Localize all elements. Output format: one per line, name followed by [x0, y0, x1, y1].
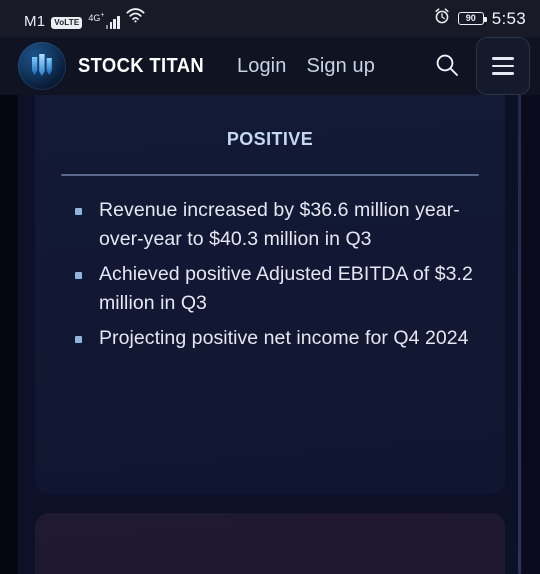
volte-badge: VoLTE: [51, 17, 83, 29]
status-bar-right: 90 5:53: [434, 8, 526, 29]
list-item: Achieved positive Adjusted EBITDA of $3.…: [73, 260, 475, 318]
brand-name-label: STOCK TITAN: [78, 54, 205, 77]
hamburger-menu-icon: [492, 57, 514, 75]
clock-label: 5:53: [491, 9, 526, 28]
network-indicator: 4G+: [88, 12, 121, 29]
content-scroll-area[interactable]: Positive Revenue increased by $36.6 mill…: [0, 95, 540, 574]
stock-titan-logo-icon: [18, 42, 66, 90]
brand-link[interactable]: STOCK TITAN: [18, 42, 215, 90]
signal-bars-icon: [105, 15, 121, 29]
search-button[interactable]: [428, 47, 466, 85]
app-root: M1 VoLTE 4G+ 90 5:53 STOCK TITAN Login S…: [0, 0, 540, 574]
negative-card: Negative None.: [35, 513, 505, 574]
wifi-icon: [126, 8, 145, 28]
nav-item-signup[interactable]: Sign up: [306, 55, 375, 78]
site-header: STOCK TITAN Login Sign up: [0, 37, 540, 95]
list-item: Projecting positive net income for Q4 20…: [73, 324, 475, 353]
search-icon: [434, 52, 460, 81]
list-item: Revenue increased by $36.6 million year-…: [73, 196, 475, 254]
status-bar: M1 VoLTE 4G+ 90 5:53: [0, 0, 540, 37]
vertical-scrollbar[interactable]: [518, 95, 521, 574]
positive-card: Positive Revenue increased by $36.6 mill…: [35, 95, 505, 494]
positive-points-list: Revenue increased by $36.6 million year-…: [61, 196, 479, 353]
battery-level-label: 90: [465, 13, 476, 23]
status-bar-left: M1 VoLTE 4G+: [24, 8, 145, 29]
battery-indicator: 90: [457, 12, 487, 25]
header-nav: Login Sign up: [237, 55, 375, 78]
positive-card-divider: [61, 174, 479, 176]
hamburger-menu-button[interactable]: [476, 37, 530, 95]
nav-item-login[interactable]: Login: [237, 55, 286, 78]
negative-card-title: Negative: [61, 565, 479, 574]
positive-card-title: Positive: [226, 123, 314, 151]
network-type-label: 4G+: [88, 12, 105, 23]
header-actions: [428, 37, 530, 95]
alarm-clock-icon: [434, 8, 450, 29]
carrier-label: M1: [24, 13, 46, 30]
